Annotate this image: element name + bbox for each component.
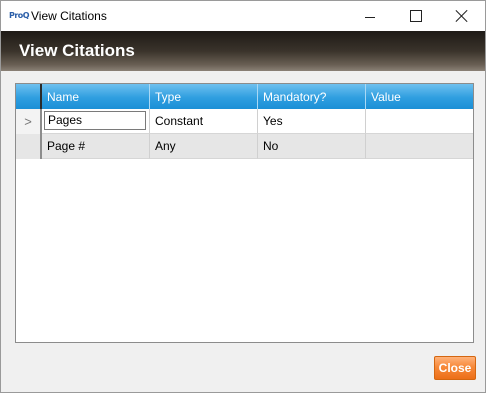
row-selector[interactable] (16, 134, 42, 159)
cell-type[interactable]: Constant (150, 109, 258, 134)
cell-mandatory[interactable]: No (258, 134, 366, 159)
cell-value[interactable] (366, 134, 473, 159)
table-row[interactable]: Page # Any No (16, 134, 473, 159)
maximize-icon (410, 10, 422, 22)
table-row[interactable]: > Pages Constant Yes (16, 109, 473, 134)
cell-type[interactable]: Any (150, 134, 258, 159)
minimize-button[interactable] (347, 1, 393, 31)
title-bar[interactable]: ProQ View Citations (1, 1, 485, 31)
cell-value[interactable] (366, 109, 473, 134)
column-header-value[interactable]: Value (366, 84, 473, 109)
column-header-type[interactable]: Type (150, 84, 258, 109)
select-all-header[interactable] (16, 84, 42, 109)
name-edit-field[interactable]: Pages (44, 111, 146, 130)
dialog-window: ProQ View Citations View Citations Name … (0, 0, 486, 393)
maximize-button[interactable] (393, 1, 439, 31)
window-close-button[interactable] (439, 1, 485, 31)
close-icon (455, 9, 469, 23)
row-selector-current-icon[interactable]: > (16, 109, 42, 134)
close-button[interactable]: Close (434, 356, 476, 380)
window-title: View Citations (31, 9, 107, 23)
app-logo-icon: ProQ (9, 11, 30, 20)
dialog-header: View Citations (1, 31, 485, 71)
column-header-mandatory[interactable]: Mandatory? (258, 84, 366, 109)
citations-grid[interactable]: Name Type Mandatory? Value > Pages Const… (15, 83, 474, 343)
cell-name[interactable]: Pages (42, 109, 150, 134)
dialog-heading: View Citations (19, 41, 135, 60)
cell-mandatory[interactable]: Yes (258, 109, 366, 134)
grid-header-row: Name Type Mandatory? Value (16, 84, 473, 109)
minimize-icon (365, 16, 375, 18)
cell-name[interactable]: Page # (42, 134, 150, 159)
column-header-name[interactable]: Name (42, 84, 150, 109)
